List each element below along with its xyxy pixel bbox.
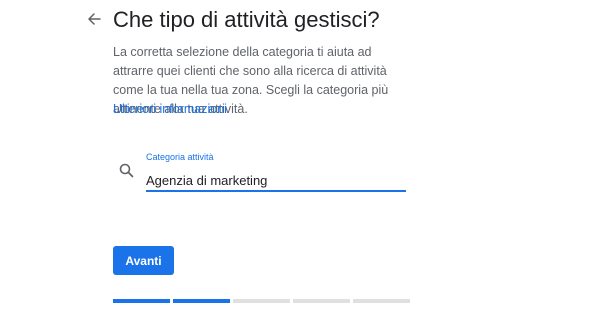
search-icon (119, 163, 134, 178)
progress-step (233, 299, 290, 303)
back-button[interactable] (84, 9, 104, 29)
category-field-label: Categoria attività (146, 152, 214, 162)
category-input[interactable] (146, 170, 406, 192)
arrow-back-icon (88, 13, 101, 25)
page-title: Che tipo di attività gestisci? (113, 7, 380, 32)
progress-bar (113, 299, 410, 303)
progress-step (113, 299, 170, 303)
progress-step (173, 299, 230, 303)
progress-step (353, 299, 410, 303)
learn-more-link[interactable]: Ulteriori informazioni (113, 100, 227, 119)
next-button[interactable]: Avanti (113, 246, 174, 275)
progress-step (293, 299, 350, 303)
